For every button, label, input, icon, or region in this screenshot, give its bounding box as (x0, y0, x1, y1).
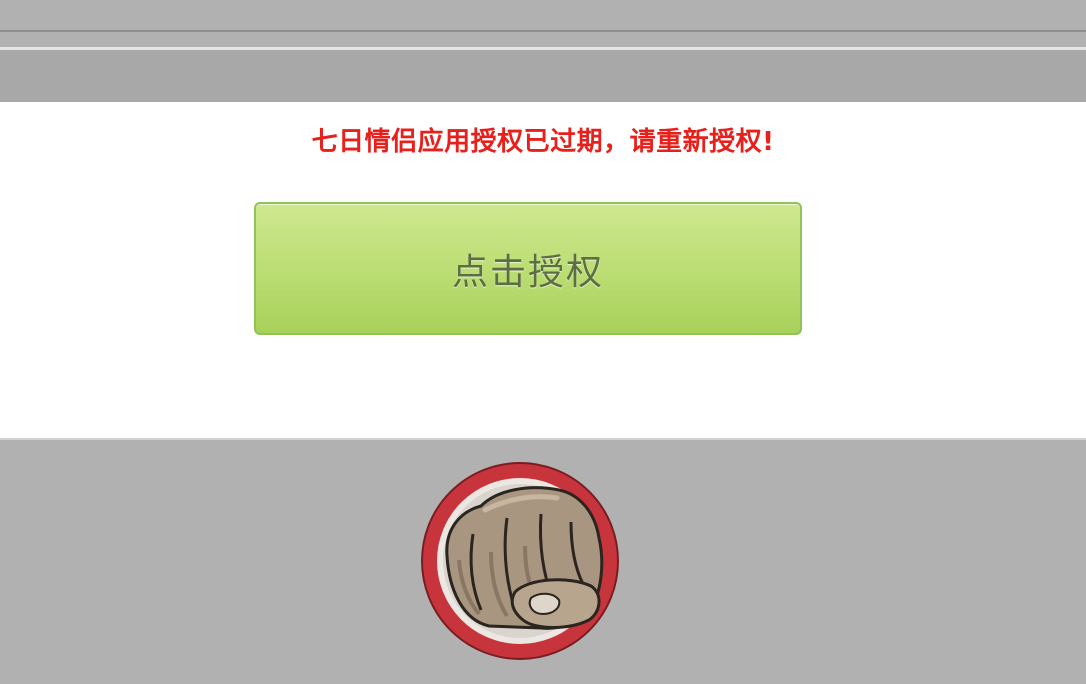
auth-expired-notice: 七日情侣应用授权已过期，请重新授权! (311, 127, 775, 157)
header-band (0, 50, 1086, 102)
top-bar (0, 0, 1086, 30)
authorize-button-label: 点击授权 (451, 251, 604, 293)
authorize-button[interactable]: 点击授权 (254, 202, 802, 335)
top-gap (0, 32, 1086, 47)
fist-icon (419, 460, 621, 662)
fist-badge-graphic (421, 462, 619, 660)
